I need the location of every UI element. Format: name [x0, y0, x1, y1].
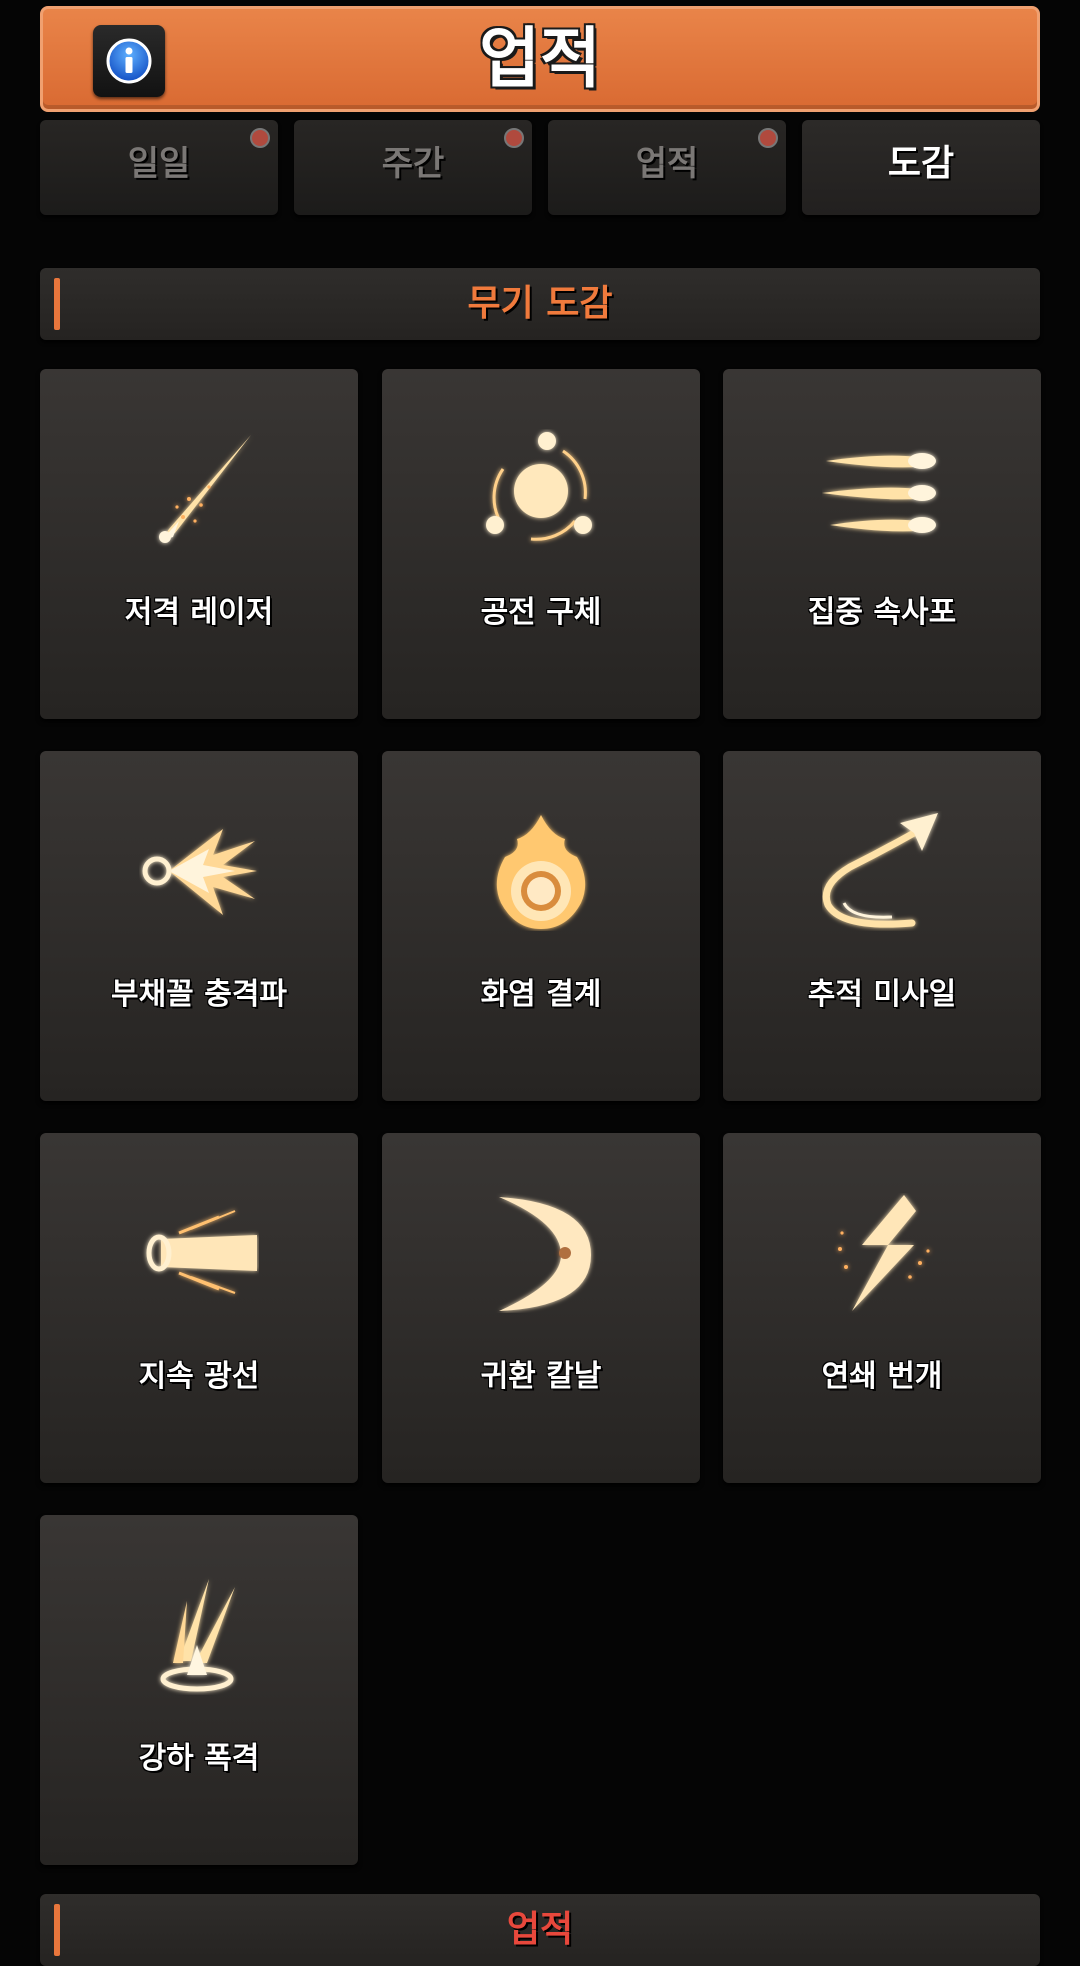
notification-dot: [250, 128, 270, 148]
notification-dot: [758, 128, 778, 148]
weapon-card[interactable]: 부채꼴 충격파: [40, 751, 358, 1101]
weapon-name: 추적 미사일: [807, 977, 957, 1012]
tab-label: 업적: [635, 144, 699, 184]
tab-collection[interactable]: 도감: [802, 120, 1040, 215]
section-title: 무기 도감: [467, 283, 613, 324]
notification-dot: [504, 128, 524, 148]
section-header-achievements: 업적: [40, 1894, 1040, 1966]
meteor-strike-icon: [160, 1579, 235, 1692]
weapon-name: 화염 결계: [480, 977, 602, 1012]
weapon-name: 강하 폭격: [138, 1741, 260, 1776]
title-bar: 업적: [40, 6, 1040, 112]
tab-label: 주간: [381, 144, 445, 184]
weapon-card[interactable]: 추적 미사일: [723, 751, 1041, 1101]
homing-missile-icon: [822, 813, 938, 928]
sniper-laser-icon: [159, 435, 251, 543]
weapon-card[interactable]: 강하 폭격: [40, 1515, 358, 1865]
chain-lightning-icon: [838, 1195, 930, 1311]
page-title: 업적: [479, 20, 601, 97]
tab-label: 도감: [887, 143, 955, 184]
tab-daily[interactable]: 일일: [40, 120, 278, 215]
orbit-sphere-icon: [486, 432, 592, 541]
beam-icon: [146, 1210, 257, 1294]
tab-achievements[interactable]: 업적: [548, 120, 786, 215]
weapon-card[interactable]: 공전 구체: [382, 369, 700, 719]
crescent-blade-icon: [499, 1197, 591, 1311]
weapon-name: 연쇄 번개: [821, 1359, 943, 1394]
weapon-name: 지속 광선: [138, 1359, 260, 1394]
tab-weekly[interactable]: 주간: [294, 120, 532, 215]
weapon-card[interactable]: 화염 결계: [382, 751, 700, 1101]
fan-shockwave-icon: [142, 829, 257, 915]
weapon-name: 귀환 칼날: [480, 1359, 602, 1394]
tab-label: 일일: [127, 144, 191, 184]
weapon-name: 저격 레이저: [124, 595, 274, 630]
weapon-card[interactable]: 연쇄 번개: [723, 1133, 1041, 1483]
weapon-name: 부채꼴 충격파: [110, 977, 288, 1012]
rapid-fire-icon: [822, 453, 936, 533]
weapon-name: 집중 속사포: [807, 595, 957, 630]
weapon-card[interactable]: 집중 속사포: [723, 369, 1041, 719]
weapon-name: 공전 구체: [480, 595, 602, 630]
section-header-weapons: 무기 도감: [40, 268, 1040, 340]
weapon-card[interactable]: 저격 레이저: [40, 369, 358, 719]
weapon-card[interactable]: 지속 광선: [40, 1133, 358, 1483]
weapon-card[interactable]: 귀환 칼날: [382, 1133, 700, 1483]
section-title: 업적: [506, 1909, 574, 1950]
flame-barrier-icon: [496, 815, 586, 929]
